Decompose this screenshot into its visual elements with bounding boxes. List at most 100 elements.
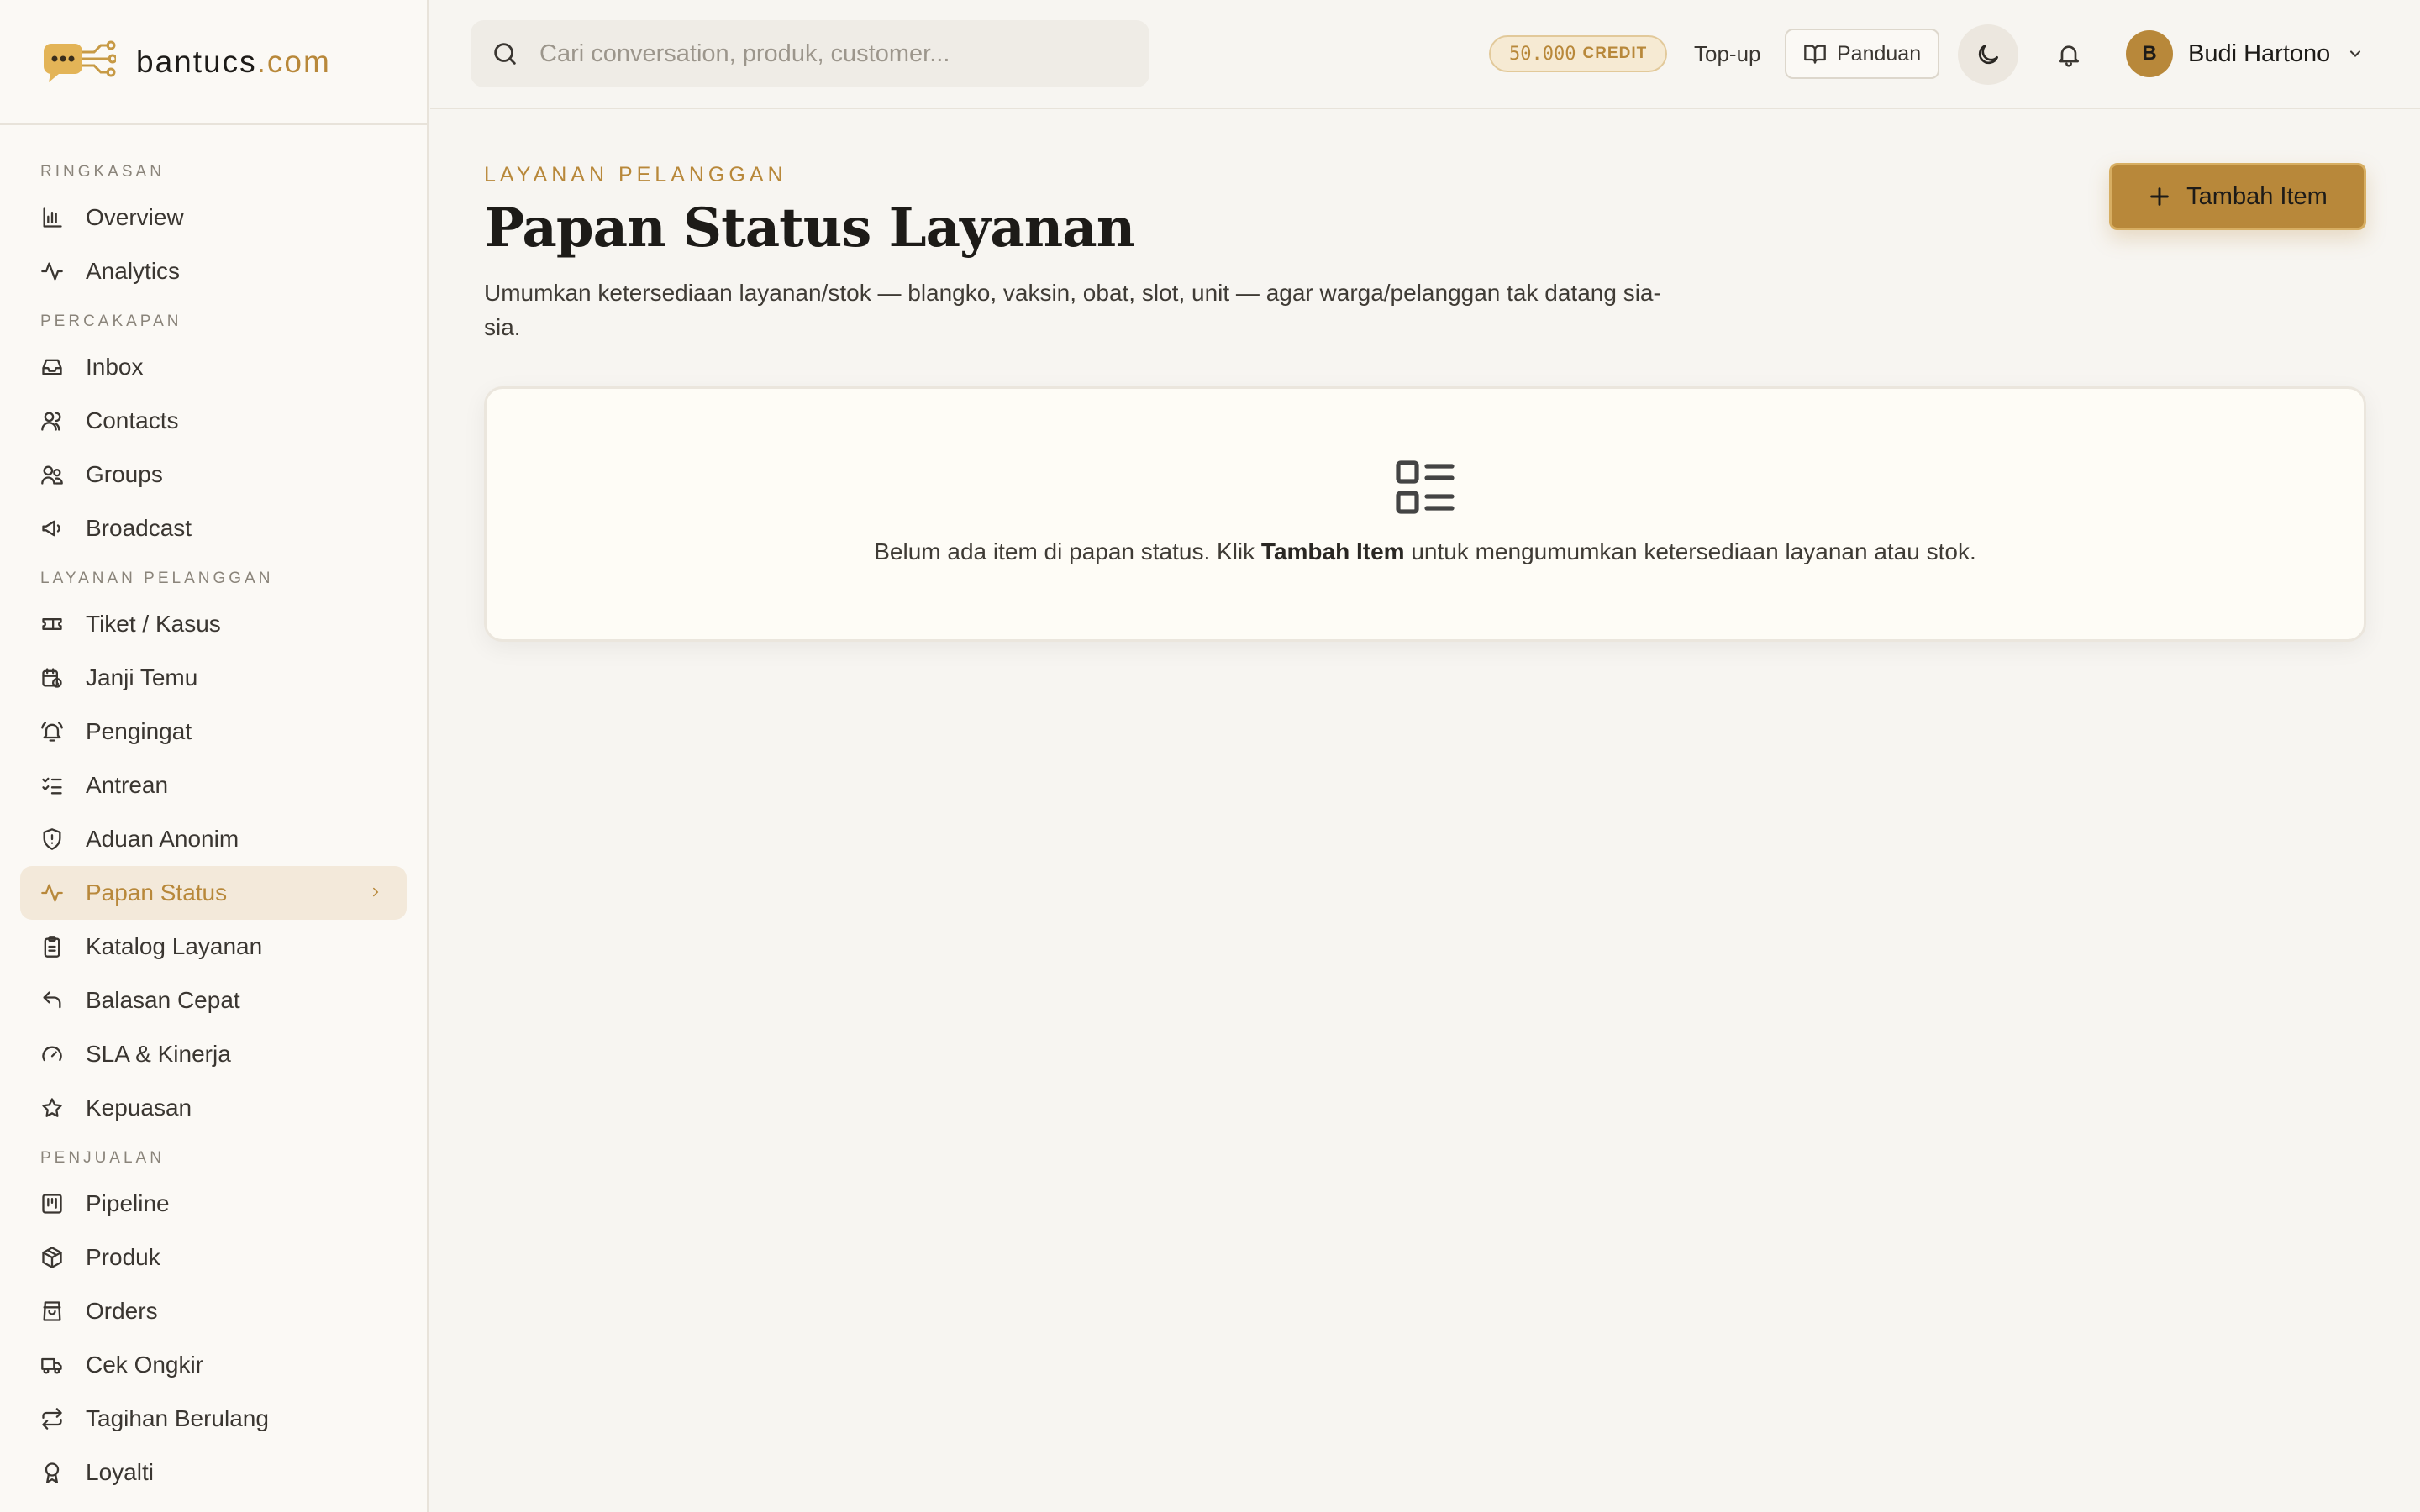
add-item-label: Tambah Item xyxy=(2186,182,2328,210)
sidebar-item-label: Analytics xyxy=(86,258,181,284)
sidebar-item-janji-temu[interactable]: Janji Temu xyxy=(20,651,407,705)
plus-icon xyxy=(2150,187,2169,206)
calendar-clock-icon xyxy=(42,668,62,688)
theme-toggle-button[interactable] xyxy=(1958,24,2018,85)
bell-icon xyxy=(2059,45,2079,67)
sidebar-item-label: Inbox xyxy=(86,354,144,380)
sidebar-item-overview[interactable]: Overview xyxy=(20,191,407,244)
user-menu[interactable]: B Budi Hartono xyxy=(2126,29,2364,79)
empty-state-card: Belum ada item di papan status. Klik Tam… xyxy=(484,386,2366,642)
nav-section-title: RINGKASAN xyxy=(40,163,165,181)
sidebar-item-label: Cek Ongkir xyxy=(86,1352,204,1378)
sidebar-nav: RINGKASAN Overview Analytics PERCAKAPAN Inbo… xyxy=(0,125,427,1499)
sidebar-item-tagihan-berulang[interactable]: Tagihan Berulang xyxy=(20,1392,407,1446)
bar-chart-icon xyxy=(43,207,62,228)
credit-badge: 50.000 CREDIT xyxy=(1489,35,1668,72)
sidebar-item-label: Produk xyxy=(86,1244,160,1270)
nav-section-title: LAYANAN PELANGGAN xyxy=(40,570,274,587)
brand-logo-icon xyxy=(44,40,116,82)
page-title: Papan Status Layanan xyxy=(484,197,1135,260)
clipboard-icon xyxy=(44,936,60,958)
sidebar-item-pengingat[interactable]: Pengingat xyxy=(20,705,407,759)
sidebar-item-label: Orders xyxy=(86,1298,158,1324)
search-input[interactable] xyxy=(539,39,1128,68)
sidebar-item-broadcast[interactable]: Broadcast xyxy=(20,501,407,555)
ticket-icon xyxy=(42,618,62,630)
sidebar-item-label: Katalog Layanan xyxy=(86,933,263,959)
sidebar-item-inbox[interactable]: Inbox xyxy=(20,340,407,394)
sidebar-item-label: Overview xyxy=(86,204,184,230)
sidebar-item-label: Tiket / Kasus xyxy=(86,611,221,637)
sidebar-item-label: Janji Temu xyxy=(86,664,198,690)
sidebar-item-label: Tagihan Berulang xyxy=(86,1405,269,1431)
sidebar-item-label: Aduan Anonim xyxy=(86,826,239,852)
page-description: Umumkan ketersediaan layanan/stok — blan… xyxy=(484,280,1661,340)
sidebar-item-katalog-layanan[interactable]: Katalog Layanan xyxy=(20,920,407,974)
sidebar-item-label: Antrean xyxy=(86,772,169,798)
megaphone-icon xyxy=(42,520,60,537)
gauge-icon xyxy=(42,1046,62,1062)
list-layout-icon xyxy=(1396,460,1455,514)
sidebar-item-label: Broadcast xyxy=(86,515,192,541)
credit-label: CREDIT xyxy=(1582,45,1648,62)
moon-icon xyxy=(1978,45,1998,65)
sidebar-item-produk[interactable]: Produk xyxy=(20,1231,407,1284)
sidebar-item-balasan-cepat[interactable]: Balasan Cepat xyxy=(20,974,407,1027)
sidebar-item-label: Contacts xyxy=(86,407,179,433)
sidebar-item-contacts[interactable]: Contacts xyxy=(20,394,407,448)
topup-link[interactable]: Top-up xyxy=(1694,37,1761,71)
brand[interactable]: bantucs.com xyxy=(0,0,427,125)
brand-name: bantucs.com xyxy=(136,44,331,79)
sidebar-item-antrean[interactable]: Antrean xyxy=(20,759,407,812)
award-icon xyxy=(45,1462,60,1483)
activity-icon xyxy=(41,262,63,281)
book-open-icon xyxy=(1804,45,1826,64)
contacts-icon xyxy=(41,412,61,431)
sidebar-item-label: Papan Status xyxy=(86,879,228,906)
page-eyebrow: LAYANAN PELANGGAN xyxy=(484,163,787,186)
activity-icon xyxy=(41,884,63,902)
sidebar-item-kepuasan[interactable]: Kepuasan xyxy=(20,1081,407,1135)
guide-label: Panduan xyxy=(1837,41,1922,66)
truck-icon xyxy=(41,1357,62,1374)
sidebar-item-cek-ongkir[interactable]: Cek Ongkir xyxy=(20,1338,407,1392)
credit-amount: 50.000 xyxy=(1509,43,1576,65)
chevron-right-icon xyxy=(373,887,379,897)
user-name: Budi Hartono xyxy=(2188,39,2331,67)
sidebar-item-label: Groups xyxy=(86,461,163,487)
notifications-button[interactable] xyxy=(2039,24,2099,85)
bell-ring-icon xyxy=(41,722,63,742)
chevron-down-icon xyxy=(2350,50,2361,57)
shopping-bag-icon xyxy=(43,1301,61,1321)
sidebar-item-label: SLA & Kinerja xyxy=(86,1041,231,1067)
sidebar-item-tiket-kasus[interactable]: Tiket / Kasus xyxy=(20,597,407,651)
sidebar-item-orders[interactable]: Orders xyxy=(20,1284,407,1338)
nav-section-title: PENJUALAN xyxy=(40,1149,165,1167)
guide-button[interactable]: Panduan xyxy=(1785,29,1940,79)
sidebar-item-label: Loyalti xyxy=(86,1459,154,1485)
inbox-icon xyxy=(42,359,62,375)
package-icon xyxy=(42,1247,62,1268)
empty-state-text: Belum ada item di papan status. Klik Tam… xyxy=(874,538,1976,564)
sidebar: bantucs.com RINGKASAN Overview Analytics PE… xyxy=(0,0,429,1512)
shield-alert-icon xyxy=(43,828,61,850)
avatar: B xyxy=(2126,30,2173,77)
groups-icon xyxy=(41,465,63,485)
sidebar-item-label: Pengingat xyxy=(86,718,192,744)
sidebar-item-analytics[interactable]: Analytics xyxy=(20,244,407,298)
sidebar-item-pipeline[interactable]: Pipeline xyxy=(20,1177,407,1231)
sidebar-item-papan-status[interactable]: Papan Status xyxy=(20,866,407,920)
sidebar-item-loyalti[interactable]: Loyalti xyxy=(20,1446,407,1499)
search-bar[interactable] xyxy=(471,20,1150,87)
sidebar-item-sla-kinerja[interactable]: SLA & Kinerja xyxy=(20,1027,407,1081)
sidebar-item-label: Balasan Cepat xyxy=(86,987,240,1013)
empty-state-emphasis: Tambah Item xyxy=(1260,538,1405,564)
sidebar-item-groups[interactable]: Groups xyxy=(20,448,407,501)
top-bar: 50.000 CREDIT Top-up Panduan B Budi Hart… xyxy=(430,0,2420,109)
star-icon xyxy=(42,1098,62,1117)
reply-icon xyxy=(43,991,61,1009)
sidebar-item-label: Kepuasan xyxy=(86,1095,192,1121)
sidebar-item-aduan-anonim[interactable]: Aduan Anonim xyxy=(20,812,407,866)
nav-section-title: PERCAKAPAN xyxy=(40,312,182,330)
add-item-button[interactable]: Tambah Item xyxy=(2109,163,2366,230)
